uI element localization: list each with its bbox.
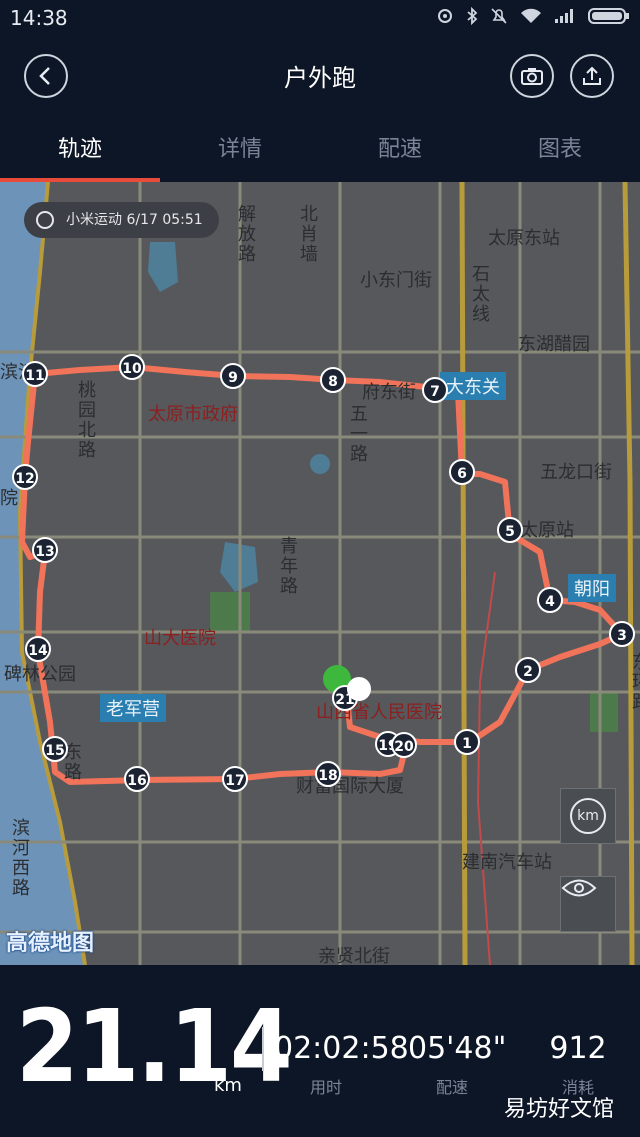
tab-pace[interactable]: 配速 — [320, 118, 480, 182]
wifi-icon — [520, 7, 542, 29]
visibility-toggle-button[interactable] — [560, 876, 616, 932]
label-jiefang-road: 解放路 — [235, 204, 256, 264]
app-header: 户外跑 — [0, 36, 640, 118]
label-lao-junying: 老军营 — [100, 694, 166, 722]
label-qinxian-north: 亲贤北街 — [318, 946, 390, 965]
route-marker-3[interactable]: 3 — [609, 621, 635, 647]
pace-value: 05'48" — [408, 1031, 507, 1066]
alarm-icon — [436, 7, 454, 29]
screenshot-button[interactable] — [510, 54, 554, 98]
route-marker-20[interactable]: 20 — [391, 732, 417, 758]
label-donghu: 东湖醋园 — [518, 334, 590, 355]
label-city-gov: 太原市政府 — [148, 404, 238, 425]
stats-panel: 21.14 km 02:02:58 用时 05'48" 配速 912 消耗 易坊… — [0, 965, 640, 1137]
label-taiyuan-station: 太原站 — [520, 520, 574, 541]
park-center — [210, 592, 250, 632]
label-fudong-street: 府东街 — [362, 382, 416, 403]
route-marker-10[interactable]: 10 — [119, 354, 145, 380]
tab-charts[interactable]: 图表 — [480, 118, 640, 182]
route-marker-9[interactable]: 9 — [220, 363, 246, 389]
route-marker-2[interactable]: 2 — [515, 657, 541, 683]
status-bar: 14:38 — [0, 0, 640, 36]
route-marker-12[interactable]: 12 — [12, 464, 38, 490]
status-time: 14:38 — [10, 6, 68, 30]
pond — [310, 454, 330, 474]
pace-label: 配速 — [435, 1078, 468, 1097]
label-wulongkou: 五龙口街 — [540, 462, 612, 483]
route-marker-4[interactable]: 4 — [537, 587, 563, 613]
duration-stat: 02:02:58 用时 — [274, 1031, 409, 1098]
label-qingnian-road: 青年路 — [277, 536, 298, 596]
km-label: km — [570, 798, 606, 834]
calories-stat: 912 消耗 — [540, 1031, 616, 1098]
label-caimao: 财富国际大厦 — [296, 776, 404, 797]
route-marker-1[interactable]: 1 — [454, 729, 480, 755]
map-provider-logo: 高德地图 — [6, 931, 95, 956]
signal-icon — [554, 8, 576, 28]
label-shanda-hospital: 山大医院 — [144, 628, 216, 649]
label-wuyi-road: 五一路 — [347, 404, 368, 464]
share-button[interactable] — [570, 54, 614, 98]
stats-divider — [262, 1027, 264, 1071]
battery-icon — [588, 7, 630, 29]
route-marker-7[interactable]: 7 — [422, 377, 448, 403]
distance-value: 21.14 — [16, 988, 293, 1105]
duration-value: 02:02:58 — [274, 1031, 409, 1066]
status-icons — [436, 6, 630, 29]
calories-value: 912 — [549, 1031, 607, 1066]
route-marker-17[interactable]: 17 — [222, 766, 248, 792]
tab-bar: 轨迹 详情 配速 图表 — [0, 118, 640, 182]
label-xiaodongmen: 小东门街 — [360, 270, 432, 291]
route-marker-8[interactable]: 8 — [320, 367, 346, 393]
tab-track[interactable]: 轨迹 — [0, 118, 160, 182]
route-marker-14[interactable]: 14 — [25, 636, 51, 662]
route-marker-15[interactable]: 15 — [42, 736, 68, 762]
duration-label: 用时 — [309, 1078, 342, 1097]
route-marker-6[interactable]: 6 — [449, 459, 475, 485]
route-marker-18[interactable]: 18 — [315, 761, 341, 787]
label-jiannan-bus: 建南汽车站 — [462, 852, 552, 873]
park-east — [590, 692, 618, 732]
route-marker-16[interactable]: 16 — [124, 766, 150, 792]
distance-unit: km — [214, 1075, 242, 1096]
label-huan-road: 东环路 — [629, 652, 640, 712]
label-taoyuan-north: 桃园北路 — [75, 380, 96, 460]
watch-icon — [36, 211, 54, 229]
label-chaoyang: 朝阳 — [568, 574, 616, 602]
label-dadongguan: 大东关 — [440, 372, 506, 400]
label-beisu-wall: 北肖墙 — [297, 204, 318, 264]
finish-flag-icon — [347, 677, 371, 701]
record-pill: 小米运动 6/17 05:51 — [24, 202, 219, 238]
label-taiyuan-east: 太原东站 — [488, 228, 560, 249]
route-map[interactable]: 小米运动 6/17 05:51 解放路 北肖墙 太原东站 小东门街 石太线 东湖… — [0, 182, 640, 965]
upload-icon — [583, 66, 601, 85]
route-marker-13[interactable]: 13 — [32, 537, 58, 563]
record-pill-text: 小米运动 6/17 05:51 — [66, 212, 203, 228]
watermark: 易坊好文馆 — [503, 1097, 614, 1122]
label-yuan: 院 — [0, 488, 18, 509]
bluetooth-icon — [466, 6, 478, 29]
mute-bell-icon — [490, 7, 508, 29]
label-beilin-park: 碑林公园 — [4, 664, 76, 685]
label-shitai-line: 石太线 — [469, 264, 490, 324]
label-binhe-west: 滨河西路 — [9, 818, 30, 898]
eye-icon — [561, 879, 597, 897]
route-marker-11[interactable]: 11 — [22, 361, 48, 387]
unit-toggle-button[interactable]: km — [560, 788, 616, 844]
pace-stat: 05'48" 配速 — [408, 1031, 507, 1098]
lake-north — [148, 242, 178, 292]
tab-details[interactable]: 详情 — [160, 118, 320, 182]
camera-icon — [521, 68, 543, 85]
route-marker-5[interactable]: 5 — [497, 517, 523, 543]
